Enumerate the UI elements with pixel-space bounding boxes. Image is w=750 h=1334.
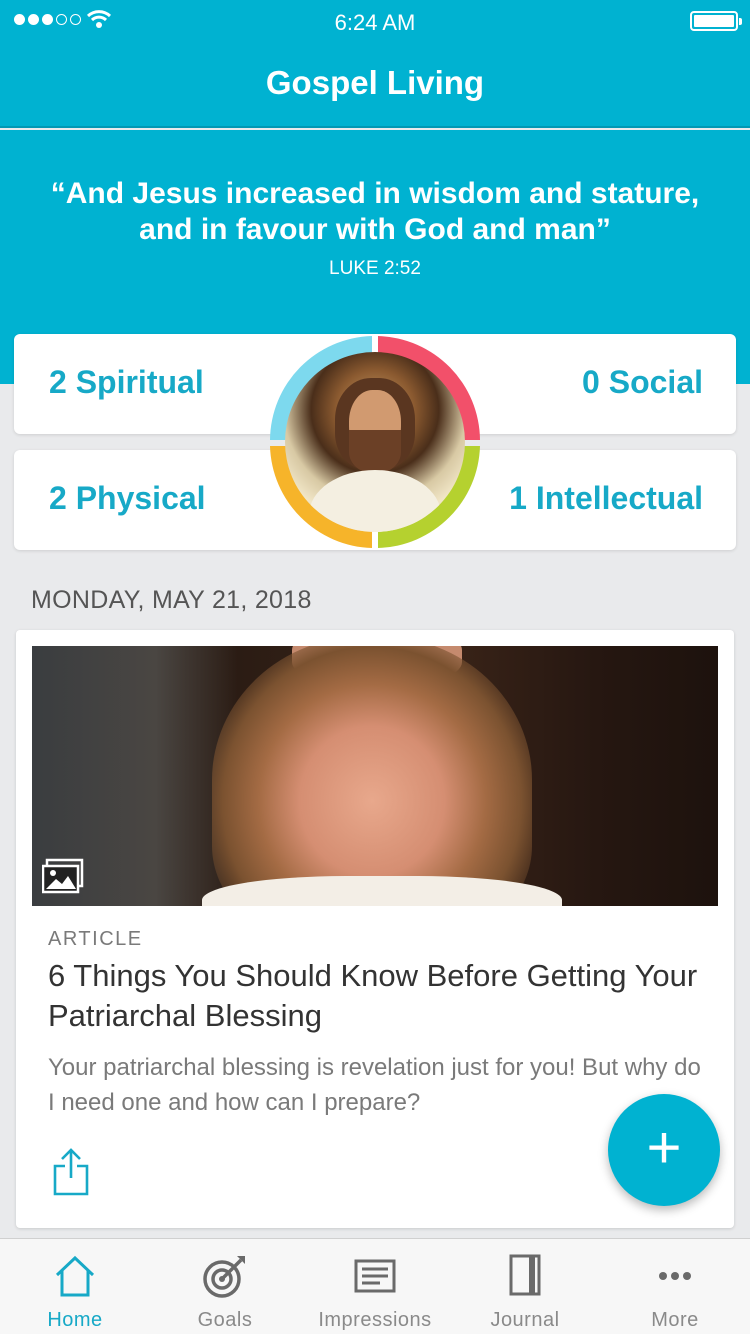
tab-home-label: Home [47, 1309, 103, 1331]
tab-goals[interactable]: Goals [150, 1239, 300, 1334]
journal-icon [509, 1254, 541, 1296]
tab-impressions[interactable]: Impressions [300, 1239, 450, 1334]
intellectual-count-button[interactable]: 1 Intellectual [509, 480, 703, 517]
navigation-bar: Gospel Living [0, 44, 750, 128]
share-icon[interactable] [52, 1148, 90, 1196]
progress-ring[interactable] [268, 334, 482, 550]
article-image[interactable] [32, 646, 718, 906]
more-icon [659, 1272, 691, 1280]
scripture-quote: “And Jesus increased in wisdom and statu… [30, 176, 720, 248]
scripture-quote-line-1: “And Jesus increased in wisdom and statu… [50, 177, 700, 210]
status-bar: 6:24 AM [0, 0, 750, 44]
tab-journal-label: Journal [490, 1309, 560, 1331]
add-button[interactable]: + [608, 1094, 720, 1206]
tab-more[interactable]: More [600, 1239, 750, 1334]
tab-bar: Home Goals Impressions Journal More [0, 1238, 750, 1334]
tab-journal[interactable]: Journal [450, 1239, 600, 1334]
target-icon [203, 1256, 245, 1298]
status-time: 6:24 AM [334, 10, 416, 35]
article-title[interactable]: 6 Things You Should Know Before Getting … [48, 956, 708, 1036]
scripture-quote-line-2: and in favour with God and man” [139, 213, 611, 246]
scripture-reference: LUKE 2:52 [329, 258, 421, 279]
tab-home[interactable]: Home [0, 1239, 150, 1334]
impressions-icon [354, 1259, 396, 1293]
gallery-icon [42, 858, 84, 894]
spiritual-count-button[interactable]: 2 Spiritual [49, 364, 204, 401]
tab-goals-label: Goals [197, 1309, 253, 1331]
home-icon [55, 1255, 95, 1297]
page-title: Gospel Living [265, 64, 485, 101]
tab-impressions-label: Impressions [318, 1309, 432, 1331]
feed-date-heading: MONDAY, MAY 21, 2018 [31, 586, 312, 614]
article-type-label: ARTICLE [48, 928, 143, 950]
article-summary: Your patriarchal blessing is revelation … [48, 1054, 701, 1116]
battery-icon [690, 11, 742, 31]
tab-more-label: More [651, 1309, 699, 1331]
physical-count-button[interactable]: 2 Physical [49, 480, 206, 517]
jesus-portrait [285, 352, 465, 532]
social-count-button[interactable]: 0 Social [582, 364, 703, 401]
